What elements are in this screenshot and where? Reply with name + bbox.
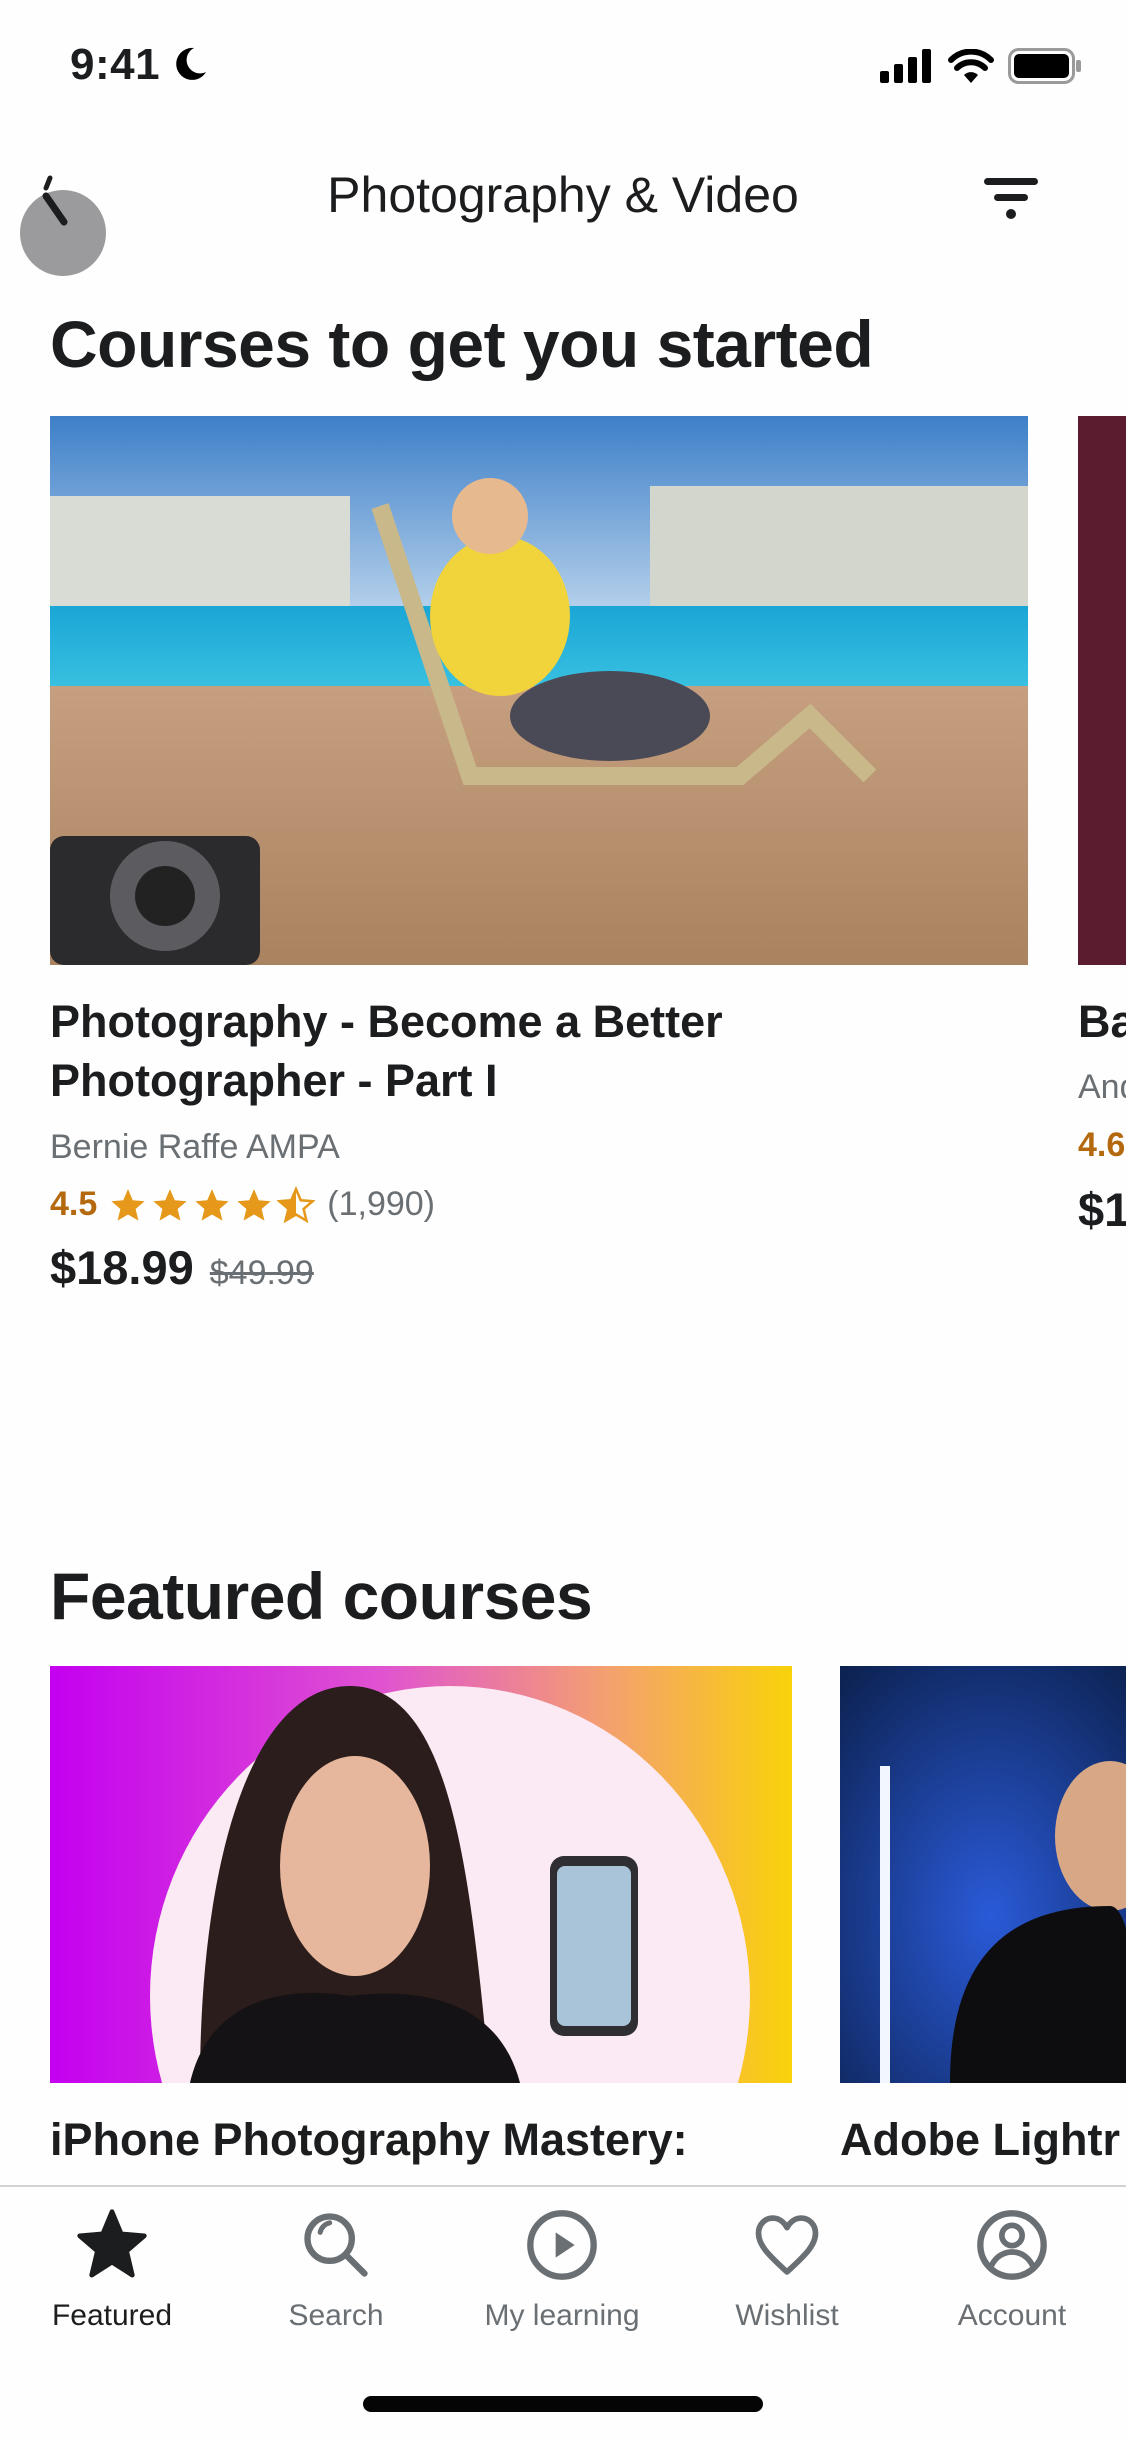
heart-icon — [755, 2215, 819, 2275]
tab-label: Search — [288, 2299, 384, 2332]
course-price: $18.99 $49.99 — [50, 1240, 314, 1295]
rating-value: 4.5 — [50, 1185, 98, 1223]
home-indicator — [363, 2396, 763, 2412]
course-title[interactable]: Photography - Become a Better Photograph… — [50, 992, 1050, 1110]
course-title-line: Photographer - Part I — [50, 1055, 498, 1106]
course-thumbnail-second[interactable] — [1078, 416, 1126, 965]
page-title: Photography & Video — [327, 167, 799, 223]
star-icon — [111, 1188, 145, 1221]
course-thumbnail-photography[interactable] — [50, 416, 1028, 965]
half-star-icon — [277, 1185, 316, 1223]
status-icons — [880, 48, 1082, 84]
course-title[interactable]: Ba — [1078, 992, 1126, 1051]
status-time: 9:41 — [70, 40, 161, 89]
original-price: $49.99 — [209, 1254, 314, 1292]
tab-account[interactable]: Account — [922, 2207, 1102, 2333]
lightroom-course-image — [840, 1666, 1126, 2083]
current-price: $18.99 — [50, 1241, 194, 1294]
review-count: (1,990) — [327, 1185, 435, 1223]
rating-value: 4.6 — [1078, 1126, 1126, 1164]
star-icon — [237, 1188, 271, 1221]
moon-icon — [176, 47, 206, 80]
cellular-signal-icon — [880, 49, 931, 83]
star-rating — [109, 1185, 316, 1224]
section-heading-started: Courses to get you started — [50, 307, 874, 381]
wifi-icon — [948, 49, 994, 83]
play-circle-icon — [527, 2210, 597, 2280]
tab-label: Wishlist — [735, 2299, 839, 2332]
course-title[interactable]: Adobe Lightr — [840, 2110, 1120, 2169]
search-icon — [304, 2213, 368, 2277]
course-price: $1 — [1078, 1182, 1126, 1237]
pool-photo-image — [50, 416, 1028, 965]
course-title[interactable]: iPhone Photography Mastery: — [50, 2110, 688, 2169]
tab-label: Account — [957, 2299, 1067, 2332]
course-author: Bernie Raffe AMPA — [50, 1128, 340, 1166]
course-title-line: Photography - Become a Better — [50, 996, 723, 1047]
tab-wishlist[interactable]: Wishlist — [697, 2207, 877, 2333]
tab-featured[interactable]: Featured — [22, 2207, 202, 2333]
course-thumbnail-iphone[interactable] — [50, 1666, 792, 2083]
tab-label: My learning — [484, 2299, 640, 2332]
star-icon — [195, 1188, 229, 1221]
iphone-course-image — [50, 1666, 792, 2083]
tab-search[interactable]: Search — [246, 2207, 426, 2333]
tab-label: Featured — [51, 2299, 173, 2332]
star-icon — [153, 1188, 187, 1221]
star-icon — [77, 2209, 147, 2278]
filter-icon[interactable] — [980, 172, 1044, 222]
course-rating: 4.5 (1,990) — [50, 1185, 435, 1224]
account-icon — [977, 2210, 1047, 2280]
current-price: $1 — [1078, 1183, 1126, 1236]
course-author: And — [1078, 1068, 1126, 1106]
section-heading-featured: Featured courses — [50, 1559, 593, 1633]
course-rating: 4.6 — [1078, 1126, 1125, 1165]
battery-icon — [1008, 48, 1081, 84]
course-thumbnail-lightroom[interactable] — [840, 1666, 1126, 2083]
tab-my-learning[interactable]: My learning — [472, 2207, 652, 2333]
